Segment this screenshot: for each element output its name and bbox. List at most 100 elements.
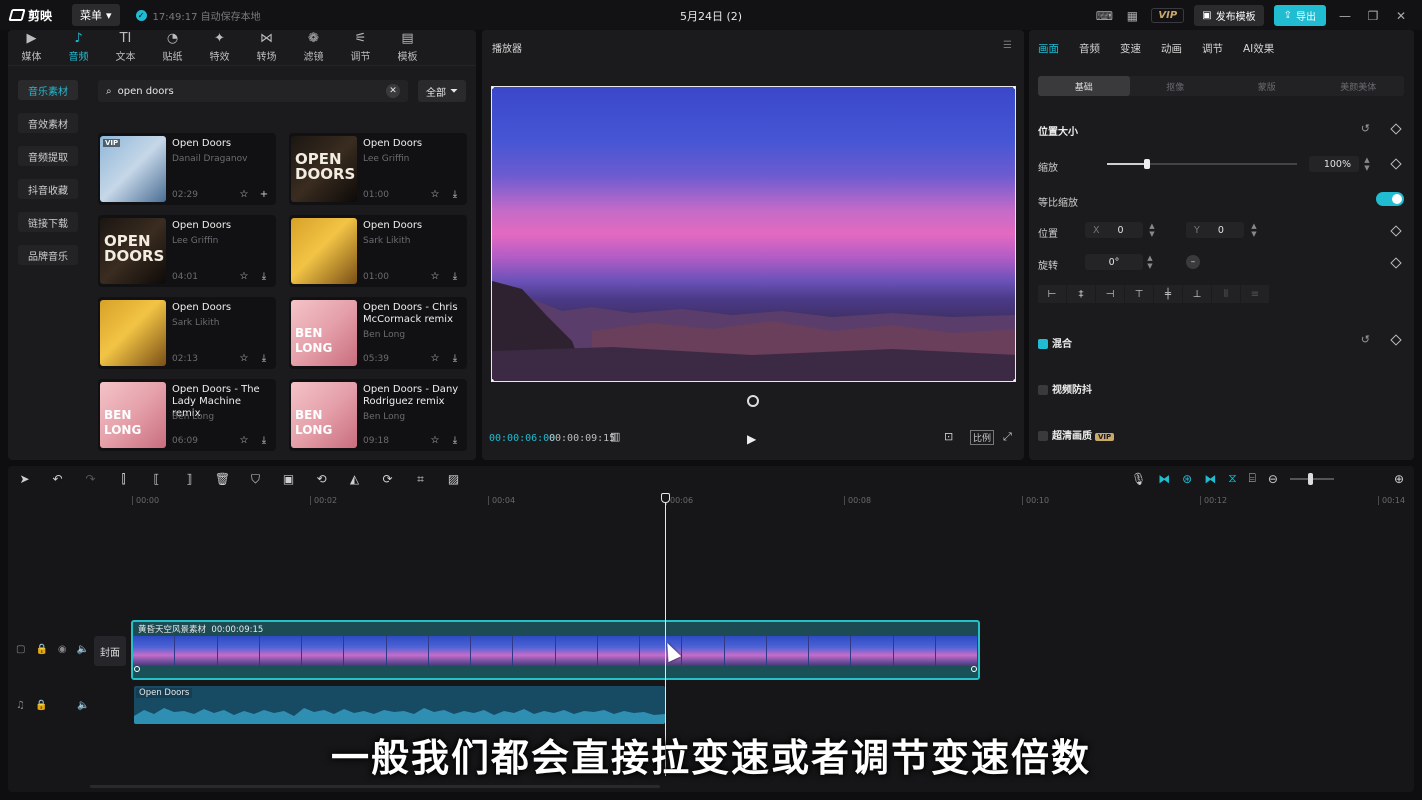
resize-handle[interactable] [1013,379,1015,381]
tab-adjust[interactable]: ⚟ 调节 [337,30,384,65]
keyframe-icon[interactable] [1390,257,1402,269]
rotate-handle-icon[interactable] [747,395,759,407]
speaker-icon[interactable]: 🔈 [77,644,89,655]
scale-field[interactable]: 100% [1309,156,1359,172]
subtab-mask[interactable]: 蒙版 [1221,76,1313,96]
microphone-icon[interactable]: 🎙 [1131,472,1146,486]
music-card[interactable]: BEN LONG Open Doors - The Lady Machine r… [98,379,276,451]
rotate-stepper-icon[interactable]: ▲ ▼ [1145,254,1155,270]
video-preview[interactable] [491,86,1016,382]
publish-template-button[interactable]: ▣ 发布模板 [1194,5,1264,26]
keyframe-icon[interactable] [1390,334,1402,346]
shortcut-icon[interactable]: ⌨ [1095,7,1113,25]
slider-knob[interactable] [1144,159,1150,169]
timeline-grid-icon[interactable]: ▥ [610,430,620,443]
link-main-track-icon[interactable]: ⧓ [1158,472,1170,486]
clip-handle-right[interactable] [971,666,977,672]
subtab-beauty[interactable]: 美颜美体 [1313,76,1405,96]
download-icon[interactable]: ⤓ [257,351,271,365]
distribute-v-icon[interactable]: ≡ [1241,285,1270,303]
align-top-icon[interactable]: ⊤ [1125,285,1154,303]
restore-icon[interactable]: ❐ [1364,9,1382,23]
crop-icon[interactable]: ⌗ [404,472,437,487]
tab-effects[interactable]: ✦ 特效 [196,30,243,65]
position-size-header[interactable]: 位置大小 [1038,123,1078,138]
screenshot-icon[interactable]: ⊡ [944,430,953,443]
freeze-icon[interactable]: ▣ [272,472,305,486]
download-icon[interactable]: ⤓ [257,433,271,447]
position-x-field[interactable]: X 0 [1085,222,1143,238]
playhead-handle[interactable] [661,493,670,503]
audio-clip[interactable]: Open Doors [134,686,665,724]
blend-section[interactable]: 混合 [1038,335,1072,350]
x-stepper-icon[interactable]: ▲ ▼ [1147,222,1157,238]
rotate-field[interactable]: 0° [1085,254,1143,270]
favorite-star-icon[interactable]: ☆ [428,433,442,447]
favorite-star-icon[interactable]: ☆ [237,187,251,201]
keyframe-icon[interactable] [1390,158,1402,170]
download-icon[interactable]: ⤓ [448,187,462,201]
reverse-icon[interactable]: ⟲ [305,472,338,486]
download-icon[interactable]: ⤓ [257,269,271,283]
eye-icon[interactable]: ◉ [58,644,67,655]
align-right-icon[interactable]: ⊣ [1096,285,1125,303]
marker-icon[interactable]: ⛉ [239,472,272,487]
clear-icon[interactable]: ✕ [386,84,400,98]
mirror-icon[interactable]: ◭ [338,472,371,486]
zoom-knob[interactable] [1307,472,1313,485]
tab-text[interactable]: TI 文本 [102,30,149,65]
tab-transition[interactable]: ⋈ 转场 [243,30,290,65]
align-center-v-icon[interactable]: ╪ [1154,285,1183,303]
reset-icon[interactable]: ↺ [1361,333,1370,346]
favorite-star-icon[interactable]: ☆ [237,433,251,447]
select-cursor-icon[interactable]: ➤ [8,472,41,486]
zoom-out-icon[interactable]: ⊖ [1268,472,1278,486]
zoom-slider[interactable] [1289,472,1334,485]
hd-checkbox[interactable] [1038,431,1048,441]
tab-media[interactable]: ▶ 媒体 [8,30,55,65]
favorite-star-icon[interactable]: ☆ [237,351,251,365]
tab-audio[interactable]: 音频 [1079,41,1100,56]
music-card[interactable]: BEN LONG Open Doors - Dany Rodriguez rem… [289,379,467,451]
tab-filter[interactable]: ❁ 滤镜 [290,30,337,65]
zoom-in-icon[interactable]: ⊕ [1394,472,1404,486]
stabilize-section[interactable]: 视频防抖 [1038,381,1092,396]
time-ruler[interactable]: 00:00 00:02 00:04 00:06 00:08 00:10 00:1… [90,494,1414,508]
tab-adjust[interactable]: 调节 [1202,41,1223,56]
menu-button[interactable]: 菜单 ▾ [72,4,120,26]
lock-icon[interactable]: 🔒 [35,700,47,711]
tab-picture[interactable]: 画面 [1038,41,1059,56]
rotate-dial-icon[interactable]: – [1186,255,1200,269]
blend-checkbox[interactable] [1038,339,1048,349]
favorite-star-icon[interactable]: ☆ [428,269,442,283]
stabilize-checkbox[interactable] [1038,385,1048,395]
split-left-icon[interactable]: ⟦ [140,472,173,486]
filter-button[interactable]: 全部 ⏷ [418,80,466,102]
align-bottom-icon[interactable]: ⊥ [1183,285,1212,303]
vip-badge[interactable]: VIP [1151,8,1185,23]
export-button[interactable]: ⇪ 导出 [1273,5,1326,26]
music-card[interactable]: OPEN DOORS Open Doors Lee Griffin 04:01 … [98,215,276,287]
resize-handle[interactable] [1013,87,1015,89]
image-adjust-icon[interactable]: ▨ [437,472,470,486]
snap-icon[interactable]: ⊛ [1182,472,1192,486]
layout-icon[interactable]: ▦ [1123,7,1141,25]
tab-speed[interactable]: 变速 [1120,41,1141,56]
delete-icon[interactable]: 🗑 [206,472,239,486]
preview-axis-icon[interactable]: ⧖ [1228,471,1236,486]
fullscreen-icon[interactable]: ⤢ [1003,430,1012,444]
sidebar-item-music[interactable]: 音乐素材 [18,80,78,100]
video-clip[interactable]: 黄昏天空风景素材 00:00:09:15 [131,620,980,680]
redo-icon[interactable]: ↷ [74,472,107,486]
tab-animation[interactable]: 动画 [1161,41,1182,56]
keyframe-icon[interactable] [1390,225,1402,237]
resize-handle[interactable] [492,87,494,89]
sidebar-item-sound-effects[interactable]: 音效素材 [18,113,78,133]
music-card[interactable]: Open Doors Sark Likith 02:13 ☆ ⤓ [98,297,276,369]
y-stepper-icon[interactable]: ▲ ▼ [1249,222,1259,238]
hd-section[interactable]: 超清画质 VIP [1038,427,1115,442]
download-icon[interactable]: ⤓ [448,269,462,283]
favorite-star-icon[interactable]: ☆ [237,269,251,283]
tab-template[interactable]: ▤ 模板 [384,30,431,65]
tab-audio[interactable]: ♪ 音频 [55,30,102,65]
